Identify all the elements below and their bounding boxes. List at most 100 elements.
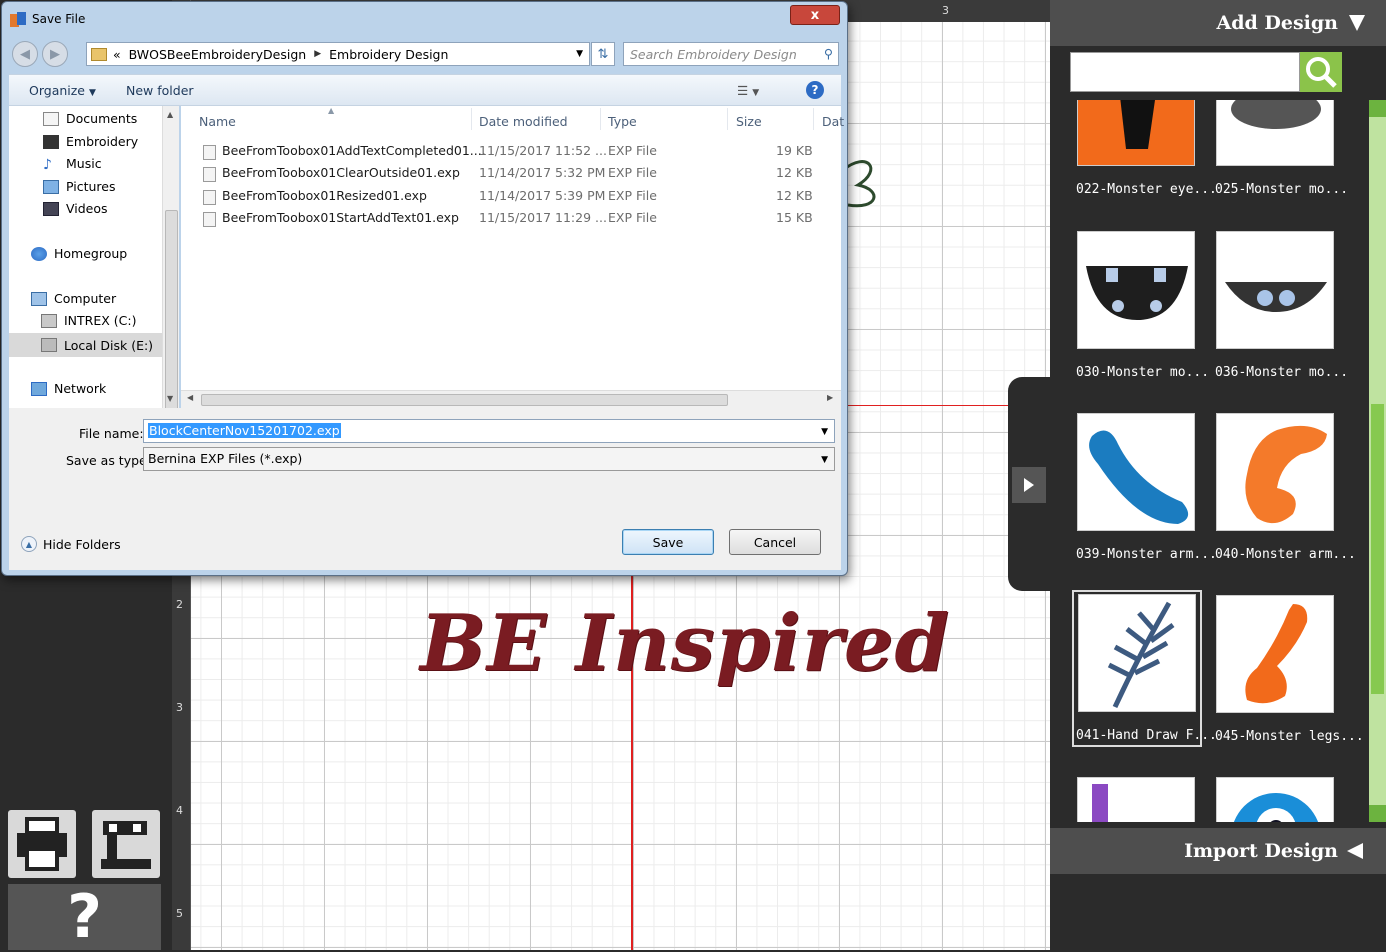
design-tile[interactable]: 040-Monster arm... (1215, 413, 1356, 562)
design-tile[interactable] (1215, 777, 1335, 822)
column-divider[interactable] (600, 108, 601, 130)
file-name-input[interactable]: BlockCenterNov15201702.exp ▼ (143, 419, 835, 443)
send-to-machine-button[interactable] (92, 810, 160, 878)
address-bar[interactable]: « BWOSBeeEmbroideryDesign ▶ Embroidery D… (86, 42, 590, 66)
scroll-thumb[interactable] (201, 394, 728, 406)
save-type-select[interactable]: Bernina EXP Files (*.exp) ▼ (143, 447, 835, 471)
column-divider[interactable] (813, 108, 814, 130)
design-tile[interactable]: 030-Monster mo... (1076, 231, 1210, 380)
design-label: 030-Monster mo... (1076, 365, 1210, 380)
import-design-header[interactable]: Import Design (1050, 828, 1386, 874)
monster-eyeball-design (1216, 777, 1334, 822)
nav-item-embroidery[interactable]: Embroidery (43, 134, 138, 149)
file-row[interactable]: BeeFromToobox01StartAddText01.exp 11/15/… (201, 210, 821, 230)
help-button[interactable]: ? (8, 882, 161, 952)
design-search-input[interactable] (1070, 52, 1300, 92)
cancel-button[interactable]: Cancel (729, 529, 821, 555)
design-tile[interactable]: 039-Monster arm... (1076, 413, 1217, 562)
nav-item-videos[interactable]: Videos (43, 201, 108, 216)
design-label: 039-Monster arm... (1076, 547, 1217, 562)
nav-label: Pictures (66, 179, 116, 194)
column-header-name[interactable]: Name (199, 114, 236, 129)
triangle-left-icon (1347, 843, 1363, 859)
breadcrumb-item[interactable]: Embroidery Design (329, 47, 448, 62)
file-name: BeeFromToobox01Resized01.exp (222, 188, 427, 203)
chevron-up-icon: ▲ (21, 536, 37, 552)
scroll-up-icon[interactable]: ▲ (167, 110, 173, 119)
computer-icon (31, 291, 47, 306)
design-tile-selected[interactable]: 041-Hand Draw F... (1072, 590, 1217, 747)
design-tile[interactable]: 036-Monster mo... (1215, 231, 1348, 380)
column-divider[interactable] (471, 108, 472, 130)
close-button[interactable]: x (790, 5, 840, 25)
design-tile[interactable]: 022-Monster eye... (1076, 100, 1217, 197)
design-tile[interactable]: 045-Monster legs... (1215, 595, 1364, 744)
new-folder-button[interactable]: New folder (126, 83, 194, 98)
column-header-date[interactable]: Date modified (479, 114, 568, 129)
nav-label: Documents (66, 111, 138, 126)
help-icon[interactable]: ? (806, 81, 824, 99)
nav-item-drive-c[interactable]: INTREX (C:) (41, 313, 137, 328)
file-name: BeeFromToobox01AddTextCompleted01.... (222, 143, 486, 158)
file-row[interactable]: BeeFromToobox01AddTextCompleted01.... 11… (201, 143, 821, 163)
file-type: EXP File (608, 165, 657, 180)
search-input[interactable]: Search Embroidery Design ⚲ (623, 42, 839, 66)
nav-label: Music (66, 156, 102, 171)
scroll-down-icon[interactable]: ▼ (167, 394, 173, 403)
design-tile[interactable] (1076, 777, 1196, 822)
file-name: BeeFromToobox01ClearOutside01.exp (222, 165, 460, 180)
sewing-machine-icon (101, 821, 151, 869)
scroll-left-icon[interactable]: ◀ (187, 393, 193, 402)
ruler-tick: 5 (176, 907, 183, 920)
back-button[interactable]: ◀ (12, 41, 38, 67)
column-header-type[interactable]: Type (608, 114, 637, 129)
design-search-button[interactable] (1300, 52, 1342, 92)
nav-item-pictures[interactable]: Pictures (43, 179, 116, 194)
column-divider[interactable] (727, 108, 728, 130)
scroll-down-button[interactable] (1369, 805, 1386, 822)
nav-item-network[interactable]: Network (31, 381, 106, 396)
view-options-button[interactable]: ☰ ▼ (737, 83, 759, 98)
save-label: Save (652, 534, 684, 550)
import-design-title: Import Design (1184, 840, 1338, 862)
nav-item-music[interactable]: ♪ Music (43, 156, 102, 173)
design-grid-scrollbar[interactable] (1369, 100, 1386, 822)
file-row[interactable]: BeeFromToobox01Resized01.exp 11/14/2017 … (201, 188, 821, 208)
add-design-title: Add Design (1216, 12, 1338, 34)
design-label: 041-Hand Draw F... (1076, 728, 1217, 743)
breadcrumb-separator-icon[interactable]: ▶ (314, 49, 321, 59)
nav-pane-scrollbar[interactable]: ▲ ▼ (162, 106, 179, 456)
file-type: EXP File (608, 143, 657, 158)
hide-folders-button[interactable]: ▲ Hide Folders (21, 536, 121, 552)
add-design-header[interactable]: Add Design (1050, 0, 1386, 46)
nav-item-homegroup[interactable]: Homegroup (31, 246, 127, 261)
design-tile[interactable]: 025-Monster mo... (1215, 100, 1348, 197)
nav-item-computer[interactable]: Computer (31, 291, 116, 306)
chevron-down-icon[interactable]: ▼ (821, 427, 828, 437)
save-button[interactable]: Save (622, 529, 714, 555)
nav-item-documents[interactable]: Documents (43, 111, 137, 126)
refresh-button[interactable]: ⇅ (591, 42, 615, 66)
homegroup-icon (31, 246, 47, 261)
collapse-panel-button[interactable] (1012, 467, 1046, 503)
scroll-thumb[interactable] (1371, 404, 1384, 694)
chevron-down-icon[interactable]: ▼ (576, 49, 583, 59)
forward-button[interactable]: ▶ (42, 41, 68, 67)
dialog-titlebar[interactable]: Save File x (2, 2, 847, 36)
file-name: BeeFromToobox01StartAddText01.exp (222, 210, 459, 225)
scroll-up-button[interactable] (1369, 100, 1386, 117)
file-row[interactable]: BeeFromToobox01ClearOutside01.exp 11/14/… (201, 165, 821, 185)
breadcrumb-item[interactable]: BWOSBeeEmbroideryDesign (129, 47, 307, 62)
command-bar: Organize ▼ New folder ☰ ▼ ? (9, 74, 841, 106)
navigation-pane: Documents Embroidery ♪ Music Pictures Vid… (9, 106, 179, 408)
nav-item-drive-e-selected[interactable]: Local Disk (E:) (9, 333, 179, 357)
file-list-hscrollbar[interactable]: ◀ ▶ (181, 390, 841, 408)
organize-button[interactable]: Organize ▼ (29, 83, 96, 98)
column-header-size[interactable]: Size (736, 114, 762, 129)
scroll-right-icon[interactable]: ▶ (827, 393, 833, 402)
print-button[interactable] (8, 810, 76, 878)
cancel-label: Cancel (753, 534, 797, 550)
column-header-date-created[interactable]: Dat (822, 114, 844, 129)
ruler-tick: 3 (176, 701, 183, 714)
embroidery-text-design[interactable]: BE Inspired (420, 598, 950, 689)
